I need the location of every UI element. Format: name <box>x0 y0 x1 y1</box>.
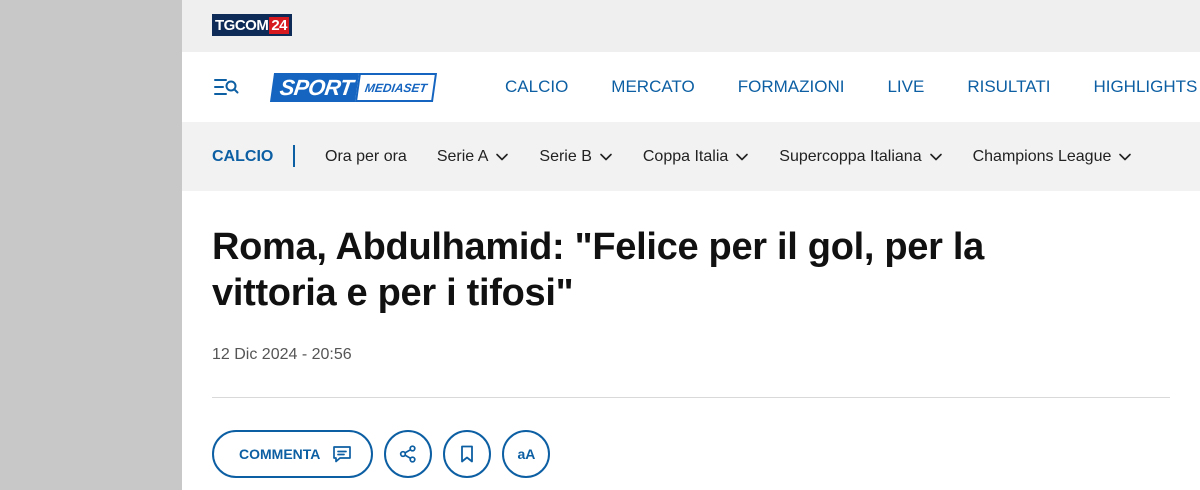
page-left-gutter <box>0 0 182 490</box>
font-size-button[interactable]: aA <box>502 430 551 478</box>
comment-icon <box>333 446 352 463</box>
subnav-item-label: Coppa Italia <box>642 147 729 165</box>
nav-item-mercato[interactable]: MERCATO <box>611 77 694 97</box>
nav-item-highlights[interactable]: HIGHLIGHTS <box>1093 77 1197 97</box>
share-button[interactable] <box>384 430 433 478</box>
subnav-item-label: Champions League <box>972 147 1112 165</box>
nav-item-calcio[interactable]: CALCIO <box>505 77 568 97</box>
subnav-item-champions-league[interactable]: Champions League <box>973 148 1133 166</box>
sport-mediaset-logo[interactable]: SPORT MEDIASET <box>269 73 437 102</box>
tgcom24-logo[interactable]: TGCOM 24 <box>212 14 293 36</box>
main-navigation: SPORT MEDIASET CALCIO MERCATO FORMAZIONI… <box>182 52 1200 122</box>
main-nav-links: CALCIO MERCATO FORMAZIONI LIVE RISULTATI… <box>505 52 1200 122</box>
section-subnav: CALCIO Ora per ora Serie A Serie B Coppa… <box>182 122 1200 191</box>
nav-item-formazioni[interactable]: FORMAZIONI <box>738 77 845 97</box>
chevron-down-icon <box>496 153 509 160</box>
subnav-item-serie-b[interactable]: Serie B <box>539 148 612 166</box>
comment-button[interactable]: COMMENTA <box>212 430 374 478</box>
chevron-down-icon <box>929 153 942 160</box>
subnav-item-label: Serie B <box>539 147 592 165</box>
nav-item-risultati[interactable]: RISULTATI <box>967 77 1050 97</box>
subnav-divider <box>293 145 295 167</box>
subnav-item-serie-a[interactable]: Serie A <box>437 148 510 166</box>
bookmark-button[interactable] <box>443 430 492 478</box>
subnav-item-label: Ora per ora <box>325 147 407 165</box>
subnav-section-title[interactable]: CALCIO <box>212 148 273 166</box>
article-date: 12 Dic 2024 - 20:56 <box>212 346 352 363</box>
logo-mediaset-text: MEDIASET <box>354 73 437 102</box>
subnav-items: Ora per ora Serie A Serie B Coppa Italia… <box>325 122 1162 191</box>
menu-search-icon[interactable] <box>212 74 240 100</box>
subnav-item-label: Serie A <box>436 147 489 165</box>
bookmark-icon <box>461 445 474 463</box>
font-size-label: aA <box>517 446 536 462</box>
tgcom-logo-text: TGCOM <box>215 16 269 34</box>
article-divider <box>212 397 1170 398</box>
share-icon <box>400 445 417 463</box>
logo-sport-text: SPORT <box>269 73 361 102</box>
chevron-down-icon <box>736 153 749 160</box>
tgcom-logo-number: 24 <box>269 16 290 34</box>
subnav-item-ora-per-ora[interactable]: Ora per ora <box>325 148 407 166</box>
subnav-item-label: Supercoppa Italiana <box>779 147 922 165</box>
article-title: Roma, Abdulhamid: "Felice per il gol, pe… <box>212 226 984 314</box>
page: TGCOM 24 SPORT MEDIASET CALCIO MERCATO F… <box>182 0 1200 490</box>
comment-button-label: COMMENTA <box>239 446 321 462</box>
chevron-down-icon <box>600 153 612 160</box>
subnav-item-supercoppa-italiana[interactable]: Supercoppa Italiana <box>779 148 942 166</box>
subnav-item-coppa-italia[interactable]: Coppa Italia <box>643 148 749 166</box>
chevron-down-icon <box>1119 153 1132 160</box>
top-strip: TGCOM 24 <box>182 0 1200 52</box>
article-actions: COMMENTA aA <box>212 430 561 478</box>
nav-item-live[interactable]: LIVE <box>887 77 924 97</box>
